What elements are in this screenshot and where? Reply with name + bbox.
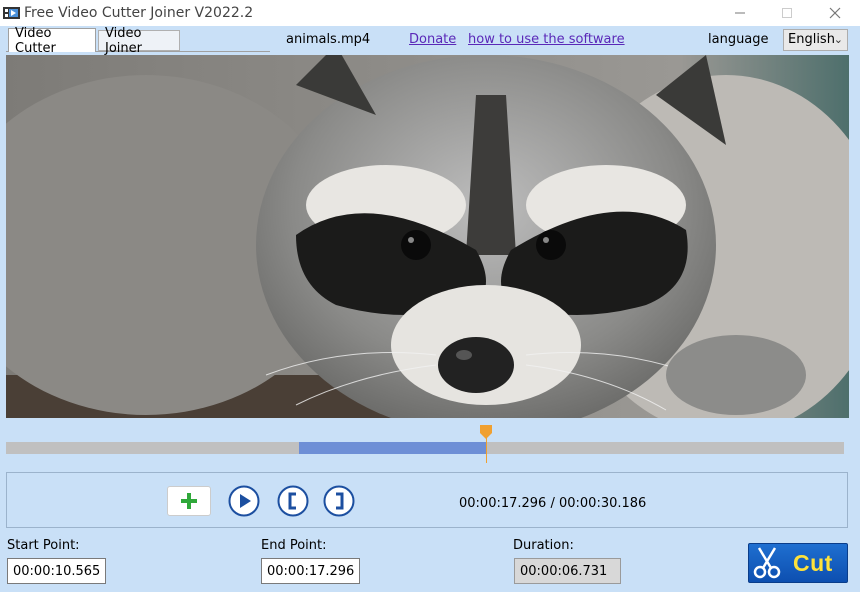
language-select-value: English <box>788 32 835 47</box>
mark-out-button[interactable] <box>323 485 355 517</box>
title-bar: Free Video Cutter Joiner V2022.2 <box>0 0 860 26</box>
play-button[interactable] <box>228 485 260 517</box>
tab-strip: Video Cutter Video Joiner <box>6 26 270 56</box>
bracket-left-icon <box>277 485 309 517</box>
minimize-icon <box>735 12 745 14</box>
window-title: Free Video Cutter Joiner V2022.2 <box>24 5 254 21</box>
playhead-handle[interactable] <box>480 425 492 439</box>
scissors-icon <box>753 547 781 579</box>
maximize-button[interactable] <box>764 0 810 26</box>
language-select[interactable]: English ⌄ <box>783 29 848 51</box>
timecode-display: 00:00:17.296 / 00:00:30.186 <box>459 496 647 511</box>
duration-field: 00:00:06.731 <box>514 558 621 584</box>
minimize-button[interactable] <box>717 0 763 26</box>
end-point-label: End Point: <box>261 538 327 553</box>
timeline-track[interactable] <box>6 442 844 454</box>
start-point-field[interactable]: 00:00:10.565 <box>7 558 106 584</box>
close-button[interactable] <box>812 0 858 26</box>
app-icon <box>3 7 20 19</box>
close-icon <box>829 7 841 19</box>
chevron-down-icon: ⌄ <box>833 33 843 46</box>
duration-label: Duration: <box>513 538 574 553</box>
cut-button[interactable]: Cut <box>748 543 848 583</box>
tab-video-cutter[interactable]: Video Cutter <box>8 26 96 56</box>
controls-panel <box>6 472 848 528</box>
donate-link[interactable]: Donate <box>409 32 456 47</box>
video-preview <box>6 55 849 418</box>
end-point-field[interactable]: 00:00:17.296 <box>261 558 360 584</box>
add-segment-button[interactable] <box>167 486 211 516</box>
cut-label: Cut <box>793 549 833 576</box>
timeline-selection[interactable] <box>299 442 487 454</box>
raccoon-image <box>6 55 849 418</box>
tab-video-joiner[interactable]: Video Joiner <box>98 26 180 56</box>
maximize-icon <box>782 8 792 18</box>
language-label: language <box>708 32 769 47</box>
mark-in-button[interactable] <box>277 485 309 517</box>
play-icon <box>228 485 260 517</box>
file-name: animals.mp4 <box>286 32 371 47</box>
plus-icon <box>181 493 197 509</box>
start-point-label: Start Point: <box>7 538 80 553</box>
bracket-right-icon <box>323 485 355 517</box>
how-to-link[interactable]: how to use the software <box>468 32 625 47</box>
